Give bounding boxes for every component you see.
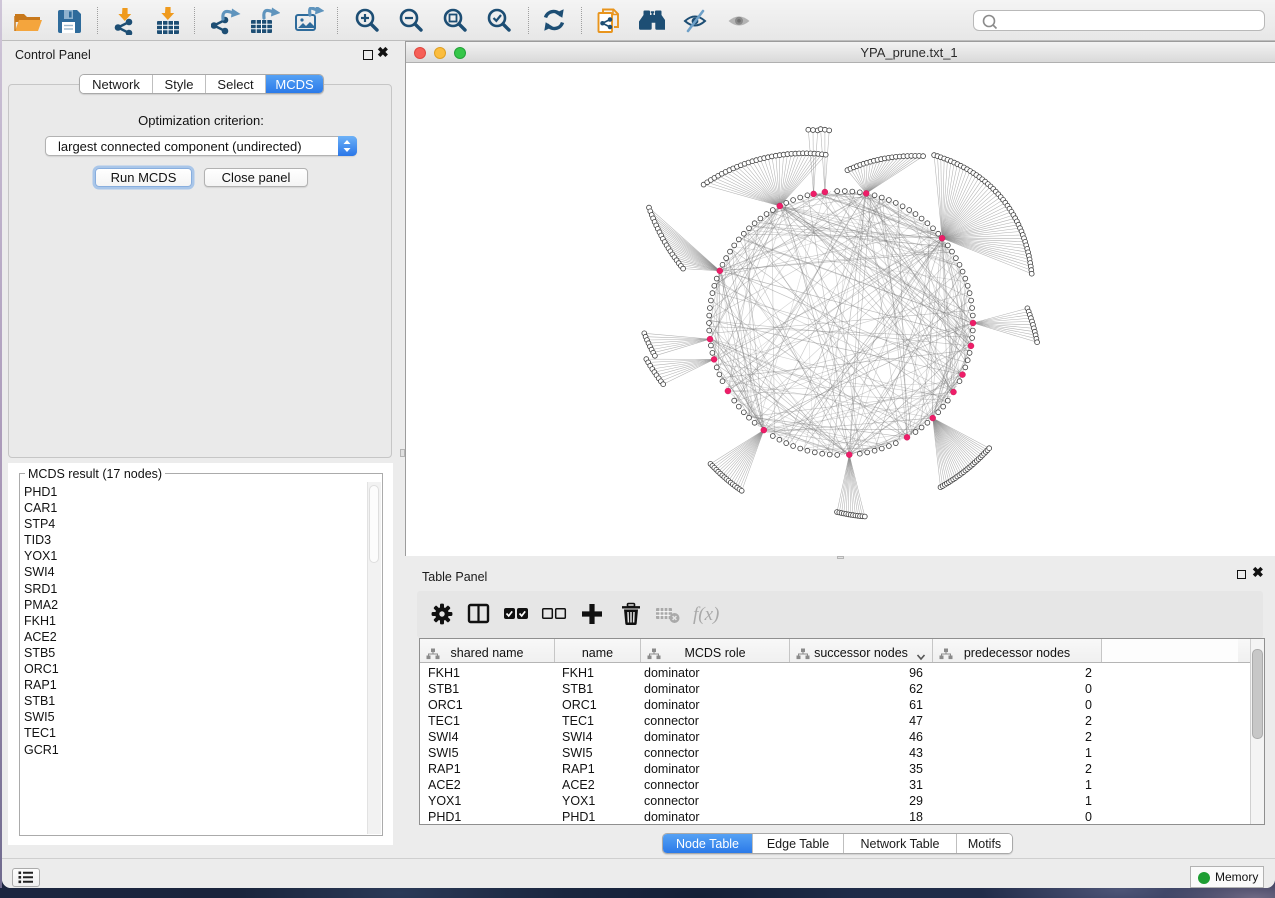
svg-text:f(x): f(x) xyxy=(693,604,719,625)
